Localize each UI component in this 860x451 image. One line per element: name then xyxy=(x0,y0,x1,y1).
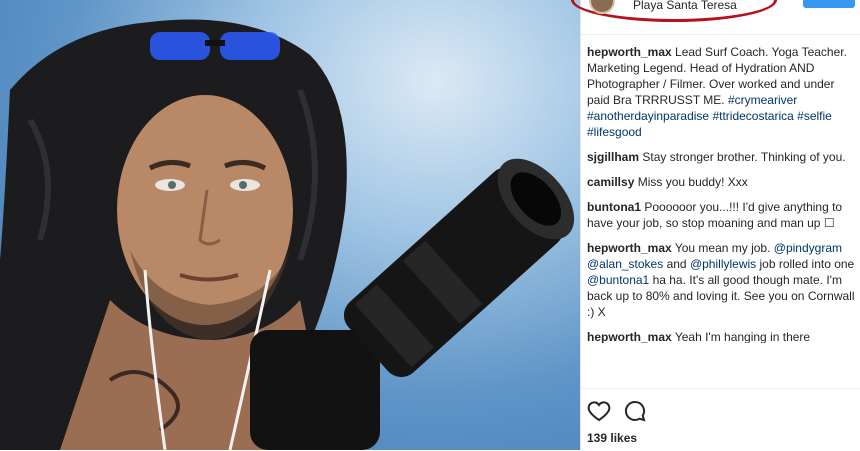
comment-text: You mean my job. xyxy=(674,241,771,255)
speech-bubble-icon[interactable] xyxy=(623,399,647,423)
hashtag-link[interactable]: #crymeariver xyxy=(728,93,797,107)
comment-text: Stay stronger brother. Thinking of you. xyxy=(642,150,846,164)
mention-link[interactable]: @alan_stokes xyxy=(587,257,663,271)
heart-outline-icon[interactable] xyxy=(587,399,611,423)
comment-username[interactable]: sjgillham xyxy=(587,150,639,164)
post-header: Playa Santa Teresa xyxy=(571,0,860,35)
post-actions: 139 likes xyxy=(581,388,860,451)
comment-username[interactable]: camillsy xyxy=(587,175,634,189)
comment-username[interactable]: hepworth_max xyxy=(587,330,672,343)
list-item: camillsy Miss you buddy! Xxx xyxy=(587,174,855,190)
list-item: sjgillham Stay stronger brother. Thinkin… xyxy=(587,149,855,165)
hashtag-link[interactable]: #lifesgood xyxy=(587,125,642,139)
comments-panel: Playa Santa Teresa hepworth_max Lead Sur… xyxy=(571,0,860,451)
location-label[interactable]: Playa Santa Teresa xyxy=(633,0,737,12)
list-item: hepworth_max Yeah I'm hanging in there xyxy=(587,329,855,343)
list-item: buntona1 Poooooor you...!!! I'd give any… xyxy=(587,199,855,231)
mention-link[interactable]: @phillylewis xyxy=(690,257,756,271)
list-item: hepworth_max You mean my job. @pindygram… xyxy=(587,240,855,320)
comment-text: job rolled into one xyxy=(759,257,855,271)
mention-link[interactable]: @buntona1 xyxy=(587,273,649,287)
comment-username[interactable]: hepworth_max xyxy=(587,45,672,59)
comment-text: Yeah I'm hanging in there xyxy=(674,330,811,343)
follow-button[interactable] xyxy=(803,0,855,8)
hashtag-link[interactable]: #anotherdayinparadise xyxy=(587,109,709,123)
hashtag-link[interactable]: #selfie xyxy=(797,109,832,123)
comment-list: hepworth_max Lead Surf Coach. Yoga Teach… xyxy=(587,44,855,343)
comment-username[interactable]: buntona1 xyxy=(587,200,641,214)
list-item: hepworth_max Lead Surf Coach. Yoga Teach… xyxy=(587,44,855,140)
hashtag-link[interactable]: #ttridecostarica xyxy=(712,109,793,123)
instagram-post-view: Playa Santa Teresa hepworth_max Lead Sur… xyxy=(0,0,860,451)
selfie-illustration xyxy=(0,19,575,450)
comment-username[interactable]: hepworth_max xyxy=(587,241,672,255)
post-photo xyxy=(0,0,580,450)
like-count[interactable]: 139 likes xyxy=(587,431,637,445)
mention-link[interactable]: @pindygram xyxy=(774,241,842,255)
comment-text: and xyxy=(666,257,687,271)
comment-text: Miss you buddy! Xxx xyxy=(637,175,748,189)
